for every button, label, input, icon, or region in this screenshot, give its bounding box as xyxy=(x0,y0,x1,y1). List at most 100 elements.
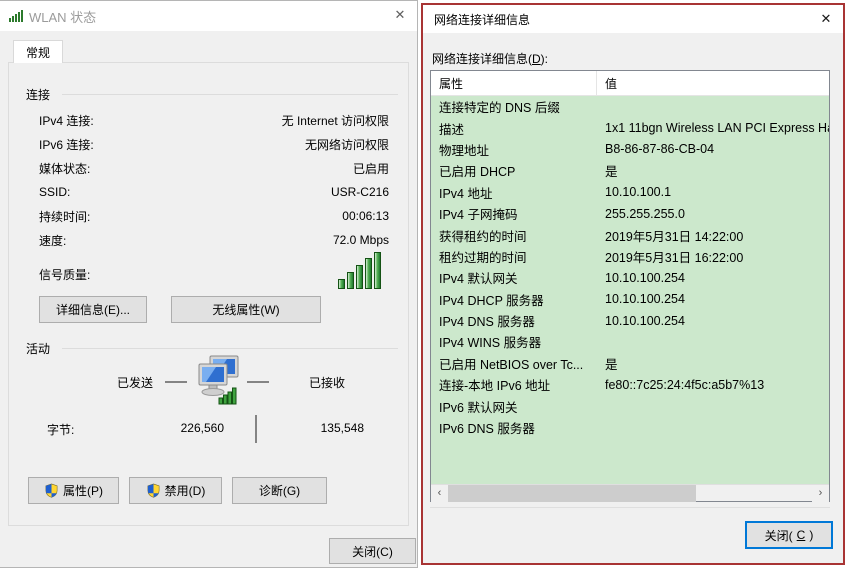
details-row[interactable]: 已启用 DHCP 是 xyxy=(431,160,829,181)
details-row[interactable]: IPv4 DNS 服务器 10.10.100.254 xyxy=(431,310,829,331)
connection-row: IPv6 连接: 无网络访问权限 xyxy=(39,132,389,156)
details-row-property: 描述 xyxy=(431,119,597,138)
close-icon[interactable]: ✕ xyxy=(383,1,417,29)
horizontal-scrollbar[interactable]: ‹ › xyxy=(431,484,829,501)
details-row-property: IPv6 DNS 服务器 xyxy=(431,418,597,437)
details-row-property: 连接-本地 IPv6 地址 xyxy=(431,375,597,394)
details-list-label-suffix: ): xyxy=(541,52,548,66)
scrollbar-track[interactable] xyxy=(448,485,812,502)
details-row[interactable]: 租约过期的时间 2019年5月31日 16:22:00 xyxy=(431,246,829,267)
column-header-value[interactable]: 值 xyxy=(597,71,829,95)
details-row[interactable]: IPv4 地址 10.10.100.1 xyxy=(431,182,829,203)
details-row[interactable]: IPv4 WINS 服务器 xyxy=(431,331,829,352)
details-row[interactable]: 物理地址 B8-86-87-86-CB-04 xyxy=(431,139,829,160)
wlan-general-tabpage: 连接 IPv4 连接: 无 Internet 访问权限 IPv6 连接: 无网络… xyxy=(8,62,409,526)
bytes-row: 字节: 226,560 135,548 xyxy=(39,415,389,445)
connection-group-title: 连接 xyxy=(26,86,50,103)
connection-row-label: 持续时间: xyxy=(39,208,90,225)
details-row-value: fe80::7c25:24:4f5c:a5b7%13 xyxy=(597,378,829,392)
details-row-property: IPv6 默认网关 xyxy=(431,397,597,416)
connection-detail-rows: IPv4 连接: 无 Internet 访问权限 IPv6 连接: 无网络访问权… xyxy=(39,108,389,252)
details-button[interactable]: 详细信息(E)... xyxy=(39,296,147,323)
details-row[interactable]: IPv6 默认网关 xyxy=(431,395,829,416)
diagnose-button-label: 诊断(G) xyxy=(259,482,300,499)
bytes-received-value: 135,548 xyxy=(269,421,364,435)
details-row[interactable]: 描述 1x1 11bgn Wireless LAN PCI Express Ha xyxy=(431,117,829,138)
details-row-value: 255.255.255.0 xyxy=(597,207,829,221)
connection-row: 媒体状态: 已启用 xyxy=(39,156,389,180)
details-row[interactable]: 连接-本地 IPv6 地址 fe80::7c25:24:4f5c:a5b7%13 xyxy=(431,374,829,395)
sent-label: 已发送 xyxy=(117,374,153,391)
scroll-right-icon[interactable]: › xyxy=(812,485,829,502)
wlan-close-button[interactable]: 关闭(C) xyxy=(329,538,416,564)
details-row-property: IPv4 默认网关 xyxy=(431,268,597,287)
network-computers-icon xyxy=(193,354,241,411)
wifi-signal-icon xyxy=(9,10,23,22)
uac-shield-icon xyxy=(146,483,161,498)
wlan-dialog-title: WLAN 状态 xyxy=(29,7,96,26)
connection-row-value: 无网络访问权限 xyxy=(305,136,389,153)
details-list-label-accel: D xyxy=(532,52,541,66)
details-dialog-title: 网络连接详细信息 xyxy=(434,11,530,28)
disable-button-label: 禁用(D) xyxy=(165,482,206,499)
details-row-value: 是 xyxy=(597,354,829,373)
connection-row-label: SSID: xyxy=(39,185,70,199)
details-row[interactable]: 获得租约的时间 2019年5月31日 14:22:00 xyxy=(431,224,829,245)
connection-row-value: 无 Internet 访问权限 xyxy=(282,112,389,129)
details-row-property: 获得租约的时间 xyxy=(431,226,597,245)
connection-row-value: 已启用 xyxy=(353,160,389,177)
wlan-status-dialog: WLAN 状态 ✕ 常规 连接 IPv4 连接: 无 Internet 访问权限… xyxy=(0,0,418,568)
properties-button[interactable]: 属性(P) xyxy=(28,477,119,504)
details-row-property: 连接特定的 DNS 后缀 xyxy=(431,97,597,116)
details-row-value: 1x1 11bgn Wireless LAN PCI Express Ha xyxy=(597,121,829,135)
details-row-value: 10.10.100.254 xyxy=(597,271,829,285)
properties-button-label: 属性(P) xyxy=(63,482,103,499)
details-button-label: 详细信息(E)... xyxy=(56,301,130,318)
wireless-properties-button[interactable]: 无线属性(W) xyxy=(171,296,321,323)
scroll-left-icon[interactable]: ‹ xyxy=(431,485,448,502)
connection-row: 持续时间: 00:06:13 xyxy=(39,204,389,228)
details-close-label-accel: C xyxy=(797,528,806,542)
connection-row-value: 00:06:13 xyxy=(342,209,389,223)
details-listview-header: 属性 值 xyxy=(431,71,829,96)
divider xyxy=(165,381,187,383)
details-close-button[interactable]: 关闭(C) xyxy=(745,521,833,549)
details-close-label-suffix: ) xyxy=(809,528,813,542)
details-row-value: 2019年5月31日 14:22:00 xyxy=(597,226,829,245)
connection-row-label: IPv4 连接: xyxy=(39,112,94,129)
details-row-value: 10.10.100.1 xyxy=(597,185,829,199)
disable-button[interactable]: 禁用(D) xyxy=(129,477,222,504)
details-row[interactable]: 连接特定的 DNS 后缀 xyxy=(431,96,829,117)
details-row-property: IPv4 地址 xyxy=(431,183,597,202)
details-row-value: 2019年5月31日 16:22:00 xyxy=(597,247,829,266)
screen: WLAN 状态 ✕ 常规 连接 IPv4 连接: 无 Internet 访问权限… xyxy=(0,0,845,568)
divider xyxy=(430,507,830,508)
connection-row: 速度: 72.0 Mbps xyxy=(39,228,389,252)
signal-quality-label: 信号质量: xyxy=(39,266,90,283)
connection-row-label: 媒体状态: xyxy=(39,160,90,177)
details-row-property: IPv4 WINS 服务器 xyxy=(431,332,597,351)
scrollbar-thumb[interactable] xyxy=(448,485,696,502)
close-icon[interactable]: ✕ xyxy=(809,5,843,33)
details-row[interactable]: IPv4 默认网关 10.10.100.254 xyxy=(431,267,829,288)
details-row-property: 租约过期的时间 xyxy=(431,247,597,266)
column-header-property[interactable]: 属性 xyxy=(431,71,597,95)
details-list-label-prefix: 网络连接详细信息( xyxy=(432,52,532,66)
details-row-property: 物理地址 xyxy=(431,140,597,159)
details-row[interactable]: 已启用 NetBIOS over Tc... 是 xyxy=(431,353,829,374)
wlan-titlebar: WLAN 状态 ✕ xyxy=(0,1,417,31)
wlan-close-button-label: 关闭(C) xyxy=(352,543,393,560)
divider xyxy=(62,94,398,95)
details-row-property: 已启用 DHCP xyxy=(431,161,597,180)
details-titlebar: 网络连接详细信息 ✕ xyxy=(423,5,843,33)
diagnose-button[interactable]: 诊断(G) xyxy=(232,477,327,504)
details-row[interactable]: IPv4 子网掩码 255.255.255.0 xyxy=(431,203,829,224)
details-row[interactable]: IPv6 DNS 服务器 xyxy=(431,417,829,438)
details-row[interactable]: IPv4 DHCP 服务器 10.10.100.254 xyxy=(431,289,829,310)
signal-quality-bars-icon xyxy=(338,252,381,289)
tab-general[interactable]: 常规 xyxy=(13,40,63,63)
details-listview: 属性 值 连接特定的 DNS 后缀 描述 1x1 11bgn Wireless … xyxy=(430,70,830,502)
connection-row: IPv4 连接: 无 Internet 访问权限 xyxy=(39,108,389,132)
connection-group-header: 连接 xyxy=(9,86,408,103)
details-row-property: 已启用 NetBIOS over Tc... xyxy=(431,354,597,373)
